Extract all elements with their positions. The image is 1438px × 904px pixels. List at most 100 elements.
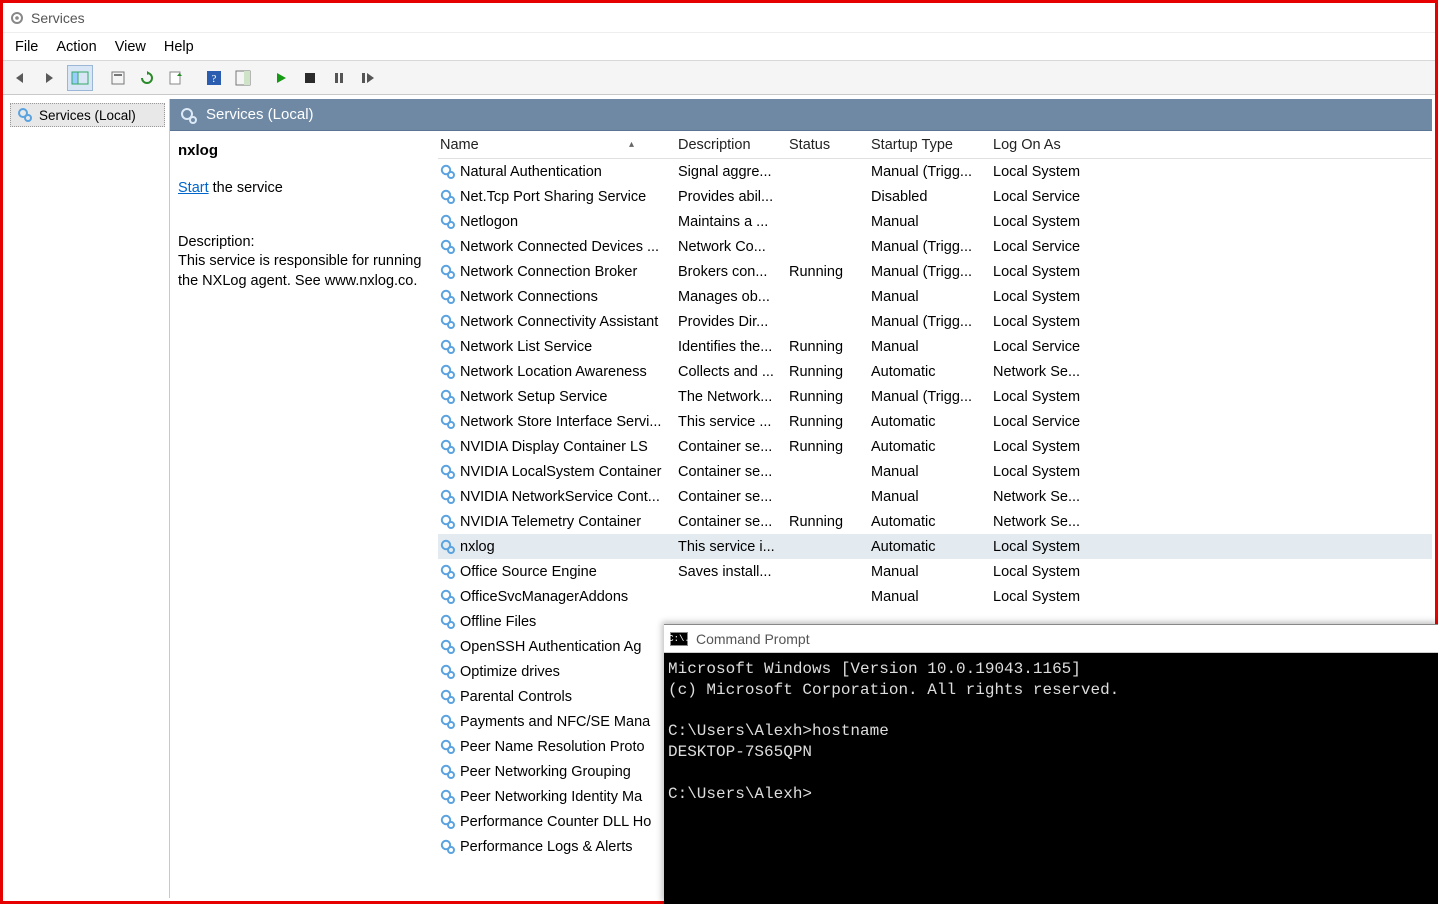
service-startup: Manual (Trigg...	[867, 264, 989, 280]
service-row[interactable]: Network Connectivity AssistantProvides D…	[438, 309, 1432, 334]
service-desc: Brokers con...	[674, 264, 785, 280]
nav-back-button[interactable]	[9, 65, 35, 91]
sort-caret-icon: ▴	[629, 139, 634, 150]
service-startup: Manual (Trigg...	[867, 389, 989, 405]
service-icon	[440, 539, 456, 555]
service-icon	[440, 164, 456, 180]
service-row[interactable]: NVIDIA LocalSystem ContainerContainer se…	[438, 459, 1432, 484]
refresh-button[interactable]	[134, 65, 160, 91]
service-name: Network Setup Service	[460, 389, 607, 405]
start-service-button[interactable]	[268, 65, 294, 91]
service-name: Optimize drives	[460, 664, 560, 680]
service-icon	[440, 414, 456, 430]
service-row[interactable]: Network Setup ServiceThe Network...Runni…	[438, 384, 1432, 409]
tree-item-label: Services (Local)	[39, 108, 136, 123]
service-status: Running	[785, 514, 867, 530]
export-list-button[interactable]	[163, 65, 189, 91]
service-status: Running	[785, 264, 867, 280]
list-title-band: Services (Local)	[170, 99, 1432, 131]
command-prompt-titlebar[interactable]: C:\. Command Prompt	[664, 625, 1438, 653]
service-desc: Saves install...	[674, 564, 785, 580]
service-name: OfficeSvcManagerAddons	[460, 589, 628, 605]
properties-button[interactable]	[105, 65, 131, 91]
service-row[interactable]: nxlogThis service i...AutomaticLocal Sys…	[438, 534, 1432, 559]
list-title: Services (Local)	[206, 106, 314, 123]
menu-view[interactable]: View	[115, 39, 146, 55]
pause-service-button[interactable]	[326, 65, 352, 91]
service-icon	[440, 814, 456, 830]
gears-icon	[180, 107, 196, 123]
help-button[interactable]: ?	[201, 65, 227, 91]
nav-forward-button[interactable]	[38, 65, 64, 91]
service-row[interactable]: Network Location AwarenessCollects and .…	[438, 359, 1432, 384]
service-icon	[440, 614, 456, 630]
service-desc: The Network...	[674, 389, 785, 405]
menu-help[interactable]: Help	[164, 39, 194, 55]
service-startup: Manual	[867, 564, 989, 580]
service-logon: Network Se...	[989, 489, 1087, 505]
service-row[interactable]: Network Connection Broker Brokers con...R…	[438, 259, 1432, 284]
service-row[interactable]: Office Source EngineSaves install...Manu…	[438, 559, 1432, 584]
service-row[interactable]: Network ConnectionsManages ob...ManualLo…	[438, 284, 1432, 309]
col-description[interactable]: Description	[674, 137, 785, 153]
window-title: Services	[31, 10, 85, 26]
show-hide-tree-button[interactable]	[67, 65, 93, 91]
service-startup: Manual (Trigg...	[867, 314, 989, 330]
service-logon: Local System	[989, 564, 1087, 580]
service-row[interactable]: Net.Tcp Port Sharing ServiceProvides abi…	[438, 184, 1432, 209]
service-row[interactable]: OfficeSvcManagerAddonsManualLocal System	[438, 584, 1432, 609]
service-startup: Automatic	[867, 539, 989, 555]
service-name: Natural Authentication	[460, 164, 602, 180]
menu-file[interactable]: File	[15, 39, 38, 55]
command-prompt-title: Command Prompt	[696, 631, 810, 647]
show-hide-actions-button[interactable]	[230, 65, 256, 91]
service-name: Network List Service	[460, 339, 592, 355]
service-row[interactable]: NVIDIA NetworkService Cont...Container s…	[438, 484, 1432, 509]
service-icon	[440, 439, 456, 455]
service-startup: Automatic	[867, 514, 989, 530]
menu-action[interactable]: Action	[56, 39, 96, 55]
service-row[interactable]: Natural AuthenticationSignal aggre...Man…	[438, 159, 1432, 184]
service-startup: Manual	[867, 464, 989, 480]
service-startup: Manual (Trigg...	[867, 164, 989, 180]
col-status[interactable]: Status	[785, 137, 867, 153]
service-name: Network Connected Devices ...	[460, 239, 659, 255]
service-name: Network Location Awareness	[460, 364, 647, 380]
tree-item-services-local[interactable]: Services (Local)	[10, 103, 165, 127]
col-name[interactable]: Name▴	[438, 137, 674, 153]
service-row[interactable]: NVIDIA Display Container LSContainer se.…	[438, 434, 1432, 459]
svg-text:?: ?	[212, 73, 217, 85]
service-row[interactable]: NVIDIA Telemetry ContainerContainer se..…	[438, 509, 1432, 534]
service-row[interactable]: Network Store Interface Servi...This ser…	[438, 409, 1432, 434]
service-icon	[440, 664, 456, 680]
service-name: Network Connection Broker	[460, 264, 637, 280]
service-row[interactable]: Network Connected Devices ...Network Co.…	[438, 234, 1432, 259]
start-service-link[interactable]: Start	[178, 180, 209, 196]
service-name: Offline Files	[460, 614, 536, 630]
service-desc: This service i...	[674, 539, 785, 555]
menubar: File Action View Help	[3, 33, 1435, 61]
service-name: Network Connections	[460, 289, 598, 305]
service-desc: Provides Dir...	[674, 314, 785, 330]
col-startup[interactable]: Startup Type	[867, 137, 989, 153]
service-startup: Manual	[867, 489, 989, 505]
service-logon: Local Service	[989, 414, 1087, 430]
service-icon	[440, 714, 456, 730]
service-row[interactable]: Network List ServiceIdentifies the...Run…	[438, 334, 1432, 359]
command-prompt-output[interactable]: Microsoft Windows [Version 10.0.19043.11…	[664, 653, 1438, 811]
service-icon	[440, 289, 456, 305]
description-label: Description:	[178, 233, 430, 253]
service-row[interactable]: NetlogonMaintains a ...ManualLocal Syste…	[438, 209, 1432, 234]
command-prompt-icon: C:\.	[670, 632, 688, 646]
service-startup: Manual	[867, 289, 989, 305]
service-desc: Identifies the...	[674, 339, 785, 355]
service-logon: Local System	[989, 589, 1087, 605]
command-prompt-window[interactable]: C:\. Command Prompt Microsoft Windows [V…	[664, 624, 1438, 904]
restart-service-button[interactable]	[355, 65, 381, 91]
service-icon	[440, 189, 456, 205]
stop-service-button[interactable]	[297, 65, 323, 91]
service-name: Performance Logs & Alerts	[460, 839, 632, 855]
col-logon[interactable]: Log On As	[989, 137, 1087, 153]
service-icon	[440, 239, 456, 255]
service-desc: Manages ob...	[674, 289, 785, 305]
